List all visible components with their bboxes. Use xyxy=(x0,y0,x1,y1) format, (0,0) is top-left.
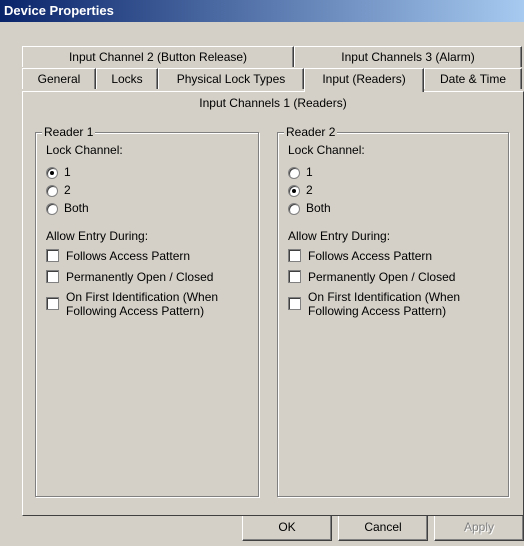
reader-2-lock-radio-2[interactable] xyxy=(288,185,300,197)
reader-1-title: Reader 1 xyxy=(42,125,96,139)
reader-1-follows-access-label: Follows Access Pattern xyxy=(66,249,191,263)
reader-1-entry-label: Allow Entry During: xyxy=(46,229,149,243)
tab-physical-lock-types[interactable]: Physical Lock Types xyxy=(158,68,304,89)
apply-button[interactable]: Apply xyxy=(434,515,524,541)
panel-title: Input Channels 1 (Readers) xyxy=(199,96,347,110)
reader-1-group: Reader 1 Lock Channel: 1 2 Both Allow En… xyxy=(35,125,259,497)
reader-2-title: Reader 2 xyxy=(284,125,338,139)
tab-general[interactable]: General xyxy=(22,68,96,89)
reader-2-lock-channel-label: Lock Channel: xyxy=(288,143,365,157)
tab-input-readers[interactable]: Input (Readers) xyxy=(304,68,424,92)
reader-1-permanently-open-checkbox[interactable] xyxy=(46,270,59,283)
reader-1-lock-radio-2[interactable] xyxy=(46,185,58,197)
reader-2-lock-radio-both-label: Both xyxy=(306,201,331,215)
reader-2-first-identification-checkbox[interactable] xyxy=(288,297,301,310)
reader-2-lock-radio-1-label: 1 xyxy=(306,165,313,179)
reader-1-first-identification-label-line2: Following Access Pattern) xyxy=(66,304,205,318)
ok-button[interactable]: OK xyxy=(242,515,332,541)
tab-date-time[interactable]: Date & Time xyxy=(424,68,522,89)
tab-input-channels-3[interactable]: Input Channels 3 (Alarm) xyxy=(294,46,522,67)
reader-2-permanently-open-checkbox[interactable] xyxy=(288,270,301,283)
reader-2-group: Reader 2 Lock Channel: 1 2 Both Allow En… xyxy=(277,125,509,497)
reader-2-permanently-open-label: Permanently Open / Closed xyxy=(308,270,456,284)
reader-1-first-identification-label-line1: On First Identification (When xyxy=(66,290,219,304)
reader-1-lock-radio-1-label: 1 xyxy=(64,165,71,179)
tab-input-channel-2[interactable]: Input Channel 2 (Button Release) xyxy=(22,46,294,67)
reader-1-lock-channel-label: Lock Channel: xyxy=(46,143,123,157)
reader-1-lock-radio-both-label: Both xyxy=(64,201,89,215)
reader-2-first-identification-label-line1: On First Identification (When xyxy=(308,290,461,304)
reader-2-follows-access-label: Follows Access Pattern xyxy=(308,249,433,263)
reader-2-follows-access-checkbox[interactable] xyxy=(288,249,301,262)
reader-1-follows-access-checkbox[interactable] xyxy=(46,249,59,262)
reader-1-lock-radio-both[interactable] xyxy=(46,203,58,215)
reader-2-lock-radio-both[interactable] xyxy=(288,203,300,215)
tab-panel: Input Channels 1 (Readers) Reader 1 Lock… xyxy=(22,91,524,516)
reader-1-lock-radio-2-label: 2 xyxy=(64,183,71,197)
tab-locks[interactable]: Locks xyxy=(96,68,158,89)
reader-2-entry-label: Allow Entry During: xyxy=(288,229,391,243)
reader-2-lock-radio-2-label: 2 xyxy=(306,183,313,197)
reader-2-first-identification-label-line2: Following Access Pattern) xyxy=(308,304,447,318)
reader-2-lock-radio-1[interactable] xyxy=(288,167,300,179)
cancel-button[interactable]: Cancel xyxy=(338,515,428,541)
reader-1-first-identification-checkbox[interactable] xyxy=(46,297,59,310)
reader-1-permanently-open-label: Permanently Open / Closed xyxy=(66,270,214,284)
window-title: Device Properties xyxy=(0,0,524,22)
reader-1-lock-radio-1[interactable] xyxy=(46,167,58,179)
